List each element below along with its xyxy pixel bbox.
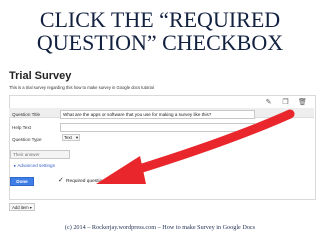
pointer-arrow [96, 109, 295, 184]
slide-footer: (c) 2014 – Rockerjay.wordpress.com – How… [64, 224, 256, 231]
